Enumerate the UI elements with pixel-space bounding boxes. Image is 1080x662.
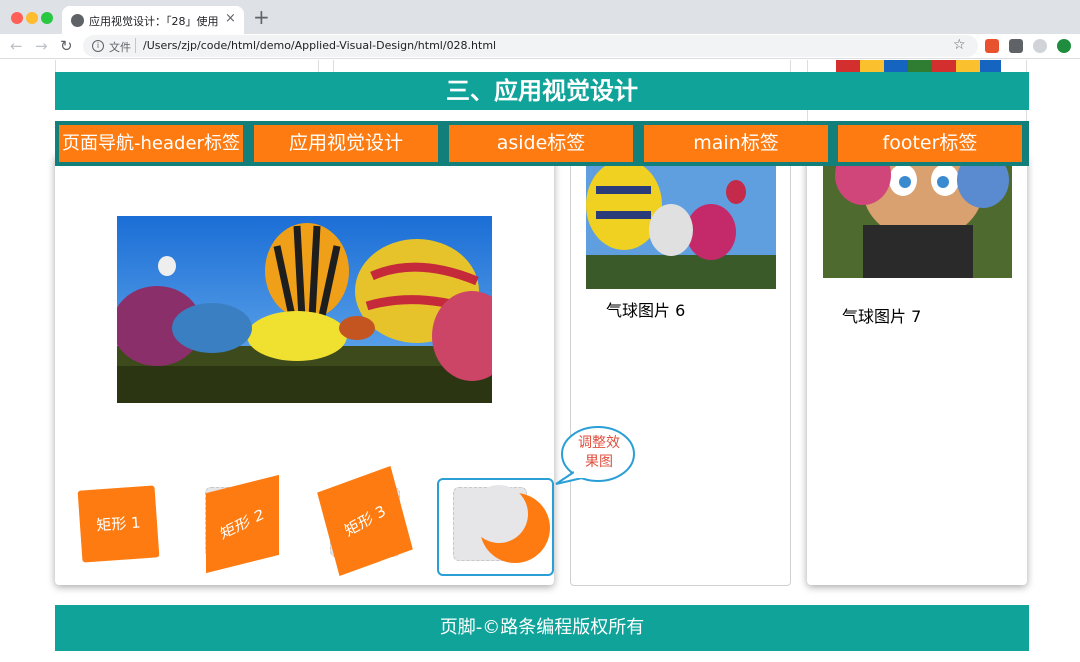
balloon-photo-7 [823, 160, 1012, 278]
browser-toolbar: ← → ↻ i 文件 /Users/zjp/code/html/demo/App… [0, 34, 1080, 59]
page-title: 三、应用视觉设计 [55, 72, 1029, 110]
balloon-photo-6 [586, 160, 776, 289]
moon-mask [470, 485, 528, 543]
balloon-photo-main [117, 216, 492, 403]
nav-item-main[interactable]: main标签 [644, 125, 828, 162]
photo-caption-6: 气球图片 6 [606, 301, 686, 320]
close-tab-icon[interactable]: × [225, 11, 236, 26]
profile-avatar-icon[interactable] [1033, 39, 1047, 53]
bookmark-star-icon[interactable]: ☆ [953, 37, 966, 53]
tab-title: 应用视觉设计：「28」使用 CSS [89, 15, 219, 28]
url-scheme: 文件 [109, 41, 131, 54]
rainbow-image [836, 60, 1001, 72]
browser-tab-bar: 应用视觉设计：「28」使用 CSS × + [0, 0, 1080, 34]
callout-text: 调整效果图 [578, 435, 620, 470]
globe-icon [71, 14, 84, 27]
info-icon[interactable]: i [92, 40, 104, 52]
browser-tab[interactable]: 应用视觉设计：「28」使用 CSS × [62, 6, 244, 34]
photo-caption-7: 气球图片 7 [842, 307, 922, 326]
url-text[interactable]: /Users/zjp/code/html/demo/Applied-Visual… [143, 39, 496, 52]
extension-icon[interactable] [985, 39, 999, 53]
nav-item-visual-design[interactable]: 应用视觉设计 [254, 125, 438, 162]
back-button[interactable]: ← [10, 37, 23, 55]
rectangle-3-label: 矩形 3 [341, 501, 389, 541]
rectangle-2-label: 矩形 2 [218, 505, 267, 543]
rectangle-1: 矩形 1 [77, 485, 160, 563]
reload-button[interactable]: ↻ [60, 37, 73, 55]
nav-item-header[interactable]: 页面导航-header标签 [59, 125, 243, 162]
forward-button[interactable]: → [35, 37, 48, 55]
address-bar[interactable]: i 文件 /Users/zjp/code/html/demo/Applied-V… [83, 35, 978, 57]
new-tab-button[interactable]: + [253, 6, 270, 28]
page-viewport: 气球图片 6 气球图片 7 矩形 1 矩形 2 矩形 3 调整效果图 三、应用视… [0, 60, 1080, 662]
nav-item-footer[interactable]: footer标签 [838, 125, 1022, 162]
maximize-window-button[interactable] [41, 12, 53, 24]
update-icon[interactable] [1057, 39, 1071, 53]
nav-bar: 页面导航-header标签 应用视觉设计 aside标签 main标签 foot… [55, 121, 1029, 166]
puzzle-icon[interactable] [1009, 39, 1023, 53]
page-footer: 页脚-©路条编程版权所有 [55, 605, 1029, 651]
address-divider [135, 38, 136, 53]
minimize-window-button[interactable] [26, 12, 38, 24]
close-window-button[interactable] [11, 12, 23, 24]
nav-item-aside[interactable]: aside标签 [449, 125, 633, 162]
